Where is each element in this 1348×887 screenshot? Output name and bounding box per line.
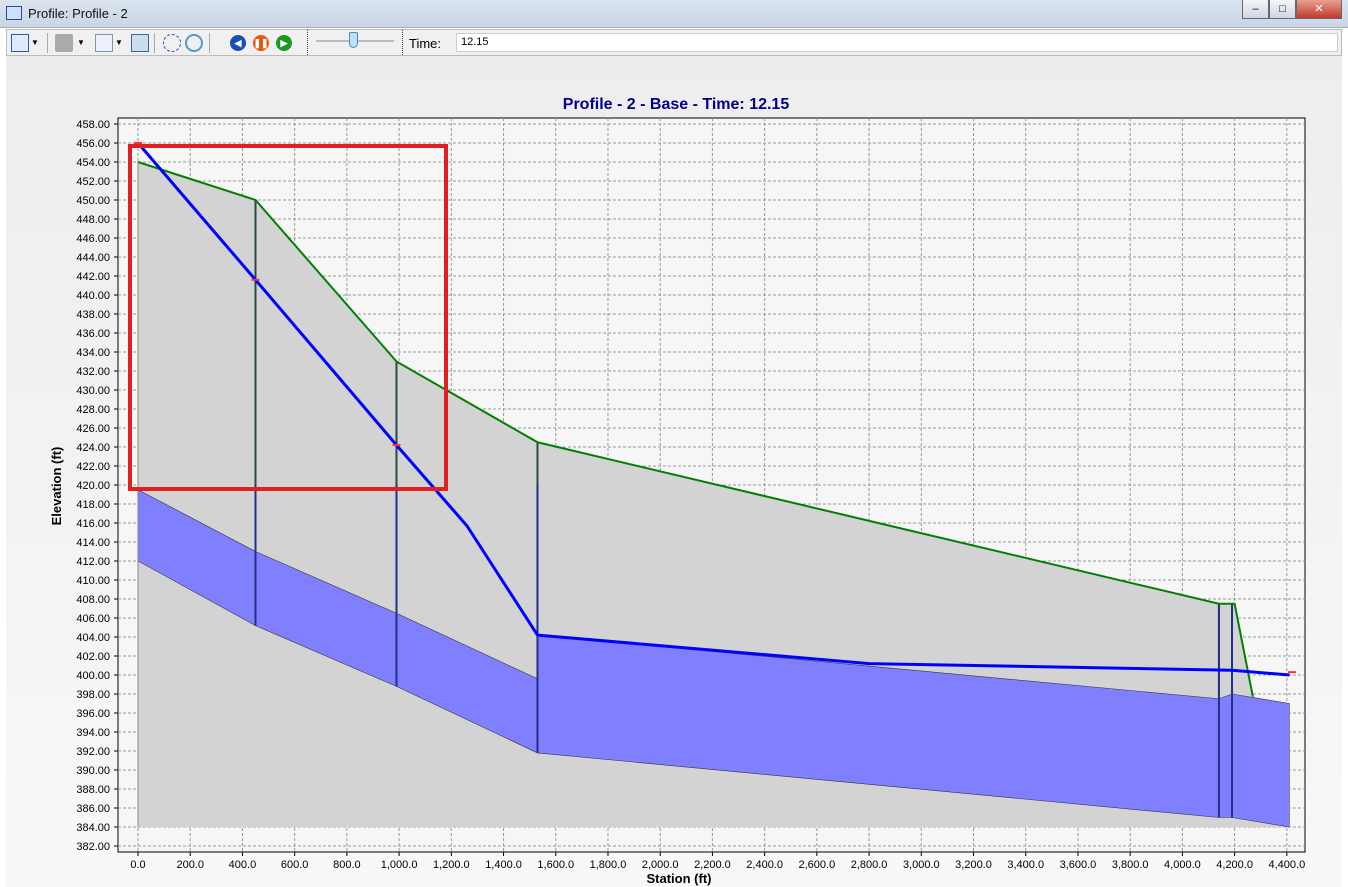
- y-tick-label: 404.00: [76, 632, 110, 644]
- y-tick-label: 410.00: [76, 575, 110, 587]
- x-tick-label: 3,400.0: [1007, 859, 1044, 871]
- play-icon[interactable]: ▶: [276, 35, 292, 51]
- x-tick-label: 1,400.0: [485, 859, 522, 871]
- y-tick-label: 400.00: [76, 670, 110, 682]
- zoom-in-out-icon[interactable]: [185, 34, 203, 52]
- y-tick-label: 444.00: [76, 252, 110, 264]
- x-tick-label: 2,000.0: [642, 859, 679, 871]
- y-tick-label: 406.00: [76, 613, 110, 625]
- y-tick-label: 456.00: [76, 138, 110, 150]
- y-tick-label: 442.00: [76, 271, 110, 283]
- x-tick-label: 4,200.0: [1216, 859, 1253, 871]
- y-tick-label: 458.00: [76, 119, 110, 131]
- y-tick-label: 386.00: [76, 803, 110, 815]
- chart-title: Profile - 2 - Base - Time: 12.15: [563, 96, 790, 113]
- list-view-icon[interactable]: [11, 34, 29, 52]
- y-tick-label: 408.00: [76, 594, 110, 606]
- x-tick-label: 200.0: [176, 859, 204, 871]
- x-tick-label: 3,200.0: [955, 859, 992, 871]
- y-tick-label: 418.00: [76, 499, 110, 511]
- y-axis-label: Elevation (ft): [49, 447, 64, 526]
- y-tick-label: 398.00: [76, 689, 110, 701]
- toolbar: ▼ ▼ ▼ ◀ ❚❚ ▶ Time: 12.15: [6, 29, 1342, 56]
- x-tick-label: 2,200.0: [694, 859, 731, 871]
- copy-icon[interactable]: [131, 34, 149, 52]
- y-tick-label: 450.00: [76, 195, 110, 207]
- y-tick-label: 440.00: [76, 290, 110, 302]
- y-tick-label: 412.00: [76, 556, 110, 568]
- x-tick-label: 3,800.0: [1112, 859, 1149, 871]
- x-tick-label: 2,400.0: [746, 859, 783, 871]
- y-tick-label: 436.00: [76, 328, 110, 340]
- x-tick-label: 1,000.0: [381, 859, 418, 871]
- y-tick-label: 454.00: [76, 157, 110, 169]
- maximize-button[interactable]: □: [1269, 0, 1296, 19]
- y-tick-label: 382.00: [76, 841, 110, 853]
- profile-chart: Profile - 2 - Base - Time: 12.15 0.0 200.…: [49, 96, 1306, 886]
- close-button[interactable]: ✕: [1296, 0, 1342, 19]
- y-tick-label: 396.00: [76, 708, 110, 720]
- y-tick-label: 384.00: [76, 822, 110, 834]
- title-bar: Profile: Profile - 2 – □ ✕: [0, 0, 1348, 28]
- time-input[interactable]: 12.15: [456, 33, 1338, 52]
- x-tick-label: 1,200.0: [433, 859, 470, 871]
- y-tick-label: 430.00: [76, 385, 110, 397]
- x-tick-label: 600.0: [281, 859, 309, 871]
- print-icon[interactable]: [55, 34, 73, 52]
- y-tick-label: 452.00: [76, 176, 110, 188]
- rewind-icon[interactable]: ◀: [230, 35, 246, 51]
- divider: [47, 33, 48, 53]
- x-tick-label: 400.0: [229, 859, 257, 871]
- chevron-down-icon[interactable]: ▼: [77, 34, 95, 52]
- x-tick-label: 2,600.0: [799, 859, 836, 871]
- x-tick-label: 3,000.0: [903, 859, 940, 871]
- y-tick-label: 438.00: [76, 309, 110, 321]
- y-tick-label: 390.00: [76, 765, 110, 777]
- y-tick-label: 422.00: [76, 461, 110, 473]
- time-slider[interactable]: [307, 30, 403, 55]
- y-tick-label: 448.00: [76, 214, 110, 226]
- pause-icon[interactable]: ❚❚: [253, 35, 269, 51]
- time-label: Time:: [409, 36, 442, 51]
- x-axis-label: Station (ft): [647, 871, 712, 886]
- profile-app-icon: [6, 6, 22, 20]
- y-tick-label: 394.00: [76, 727, 110, 739]
- x-tick-label: 4,400.0: [1268, 859, 1305, 871]
- y-tick-label: 416.00: [76, 518, 110, 530]
- y-tick-label: 428.00: [76, 404, 110, 416]
- y-tick-label: 392.00: [76, 746, 110, 758]
- profile-chart-panel: Profile - 2 - Base - Time: 12.15 0.0 200.…: [6, 56, 1342, 887]
- x-tick-label: 0.0: [130, 859, 145, 871]
- x-tick-label: 1,800.0: [590, 859, 627, 871]
- x-tick-label: 800.0: [333, 859, 361, 871]
- y-tick-label: 446.00: [76, 233, 110, 245]
- divider: [154, 33, 155, 53]
- zoom-extents-icon[interactable]: [163, 34, 181, 52]
- window-title: Profile: Profile - 2: [28, 6, 128, 21]
- y-tick-label: 432.00: [76, 366, 110, 378]
- x-tick-label: 1,600.0: [537, 859, 574, 871]
- y-tick-label: 420.00: [76, 480, 110, 492]
- minimize-button[interactable]: –: [1242, 0, 1269, 19]
- y-tick-label: 414.00: [76, 537, 110, 549]
- y-tick-label: 402.00: [76, 651, 110, 663]
- x-tick-label: 4,000.0: [1164, 859, 1201, 871]
- x-tick-label: 2,800.0: [851, 859, 888, 871]
- x-tick-label: 3,600.0: [1060, 859, 1097, 871]
- y-tick-label: 434.00: [76, 347, 110, 359]
- y-tick-label: 388.00: [76, 784, 110, 796]
- divider: [209, 33, 210, 53]
- y-tick-label: 424.00: [76, 442, 110, 454]
- y-tick-label: 426.00: [76, 423, 110, 435]
- slider-thumb[interactable]: [349, 32, 358, 48]
- print-preview-icon[interactable]: [95, 34, 113, 52]
